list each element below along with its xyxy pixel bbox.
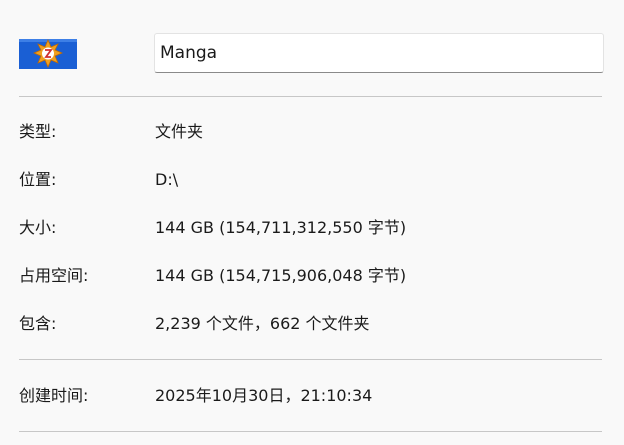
- divider: [19, 96, 602, 97]
- contains-label: 包含:: [19, 314, 57, 333]
- contains-value: 2,239 个文件，662 个文件夹: [155, 314, 370, 333]
- divider: [19, 359, 602, 360]
- folder-icon: [19, 39, 77, 69]
- size-on-disk-value: 144 GB (154,715,906,048 字节): [155, 266, 407, 285]
- folder-name-input[interactable]: [154, 33, 604, 73]
- location-label: 位置:: [19, 170, 57, 189]
- size-on-disk-label: 占用空间:: [19, 266, 89, 285]
- divider: [19, 431, 602, 432]
- size-label: 大小:: [19, 218, 57, 237]
- size-value: 144 GB (154,711,312,550 字节): [155, 218, 407, 237]
- type-value: 文件夹: [155, 122, 204, 141]
- location-value: D:\: [155, 170, 179, 189]
- properties-general-tab: 类型: 文件夹 位置: D:\ 大小: 144 GB (154,711,312,…: [0, 0, 624, 445]
- created-label: 创建时间:: [19, 386, 89, 405]
- type-label: 类型:: [19, 122, 57, 141]
- created-value: 2025年10月30日，21:10:34: [155, 386, 373, 405]
